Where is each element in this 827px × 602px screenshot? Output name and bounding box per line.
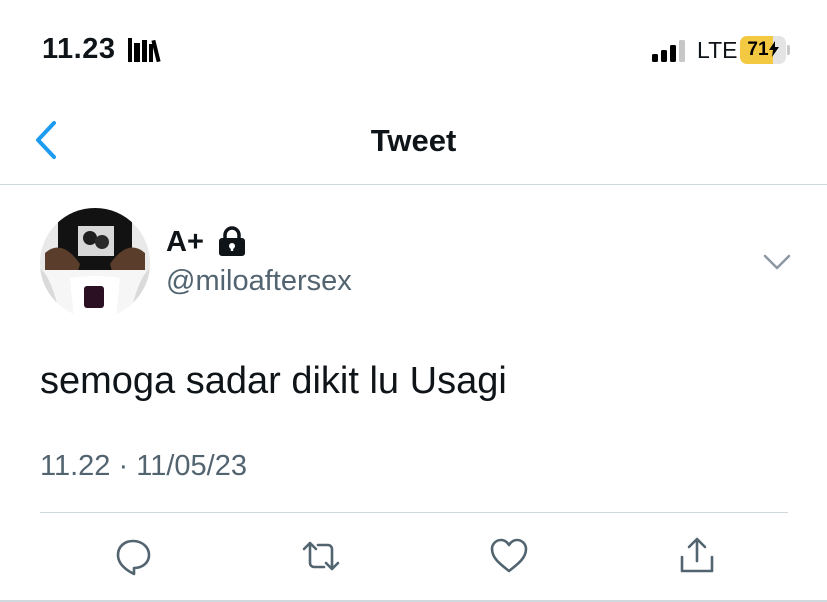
display-name[interactable]: A+ [166, 226, 204, 259]
tweet-date: 11/05/23 [136, 450, 247, 482]
page-title: Tweet [370, 123, 457, 158]
avatar[interactable] [40, 208, 150, 318]
tweet-timestamp[interactable]: 11.22 · 11/05/23 [40, 450, 247, 483]
chevron-down-icon [763, 254, 791, 270]
library-icon [128, 38, 162, 67]
battery-percent: 71 [740, 36, 786, 64]
share-icon [680, 537, 714, 573]
like-button[interactable] [488, 535, 530, 577]
retweet-button[interactable] [300, 535, 342, 577]
more-options-button[interactable] [760, 250, 794, 274]
status-time: 11.23 [42, 33, 116, 65]
divider [40, 512, 788, 513]
reply-button[interactable] [112, 535, 154, 577]
heart-icon [490, 538, 528, 573]
reply-icon [116, 539, 151, 576]
battery-charging-icon: 71 [740, 36, 790, 64]
status-bar: 11.23 LTE 71 [0, 0, 827, 95]
lock-icon [216, 226, 248, 261]
meta-separator: · [118, 450, 129, 482]
charging-bolt-icon [768, 41, 779, 57]
share-button[interactable] [676, 535, 718, 577]
tweet-time: 11.22 [40, 450, 111, 482]
nav-bar: Tweet [0, 95, 827, 184]
signal-icon [652, 40, 688, 67]
retweet-icon [302, 541, 340, 571]
divider [0, 184, 827, 185]
tweet-text: semoga sadar dikit lu Usagi [40, 360, 507, 402]
network-label: LTE [697, 37, 738, 63]
handle[interactable]: @miloaftersex [166, 265, 352, 298]
